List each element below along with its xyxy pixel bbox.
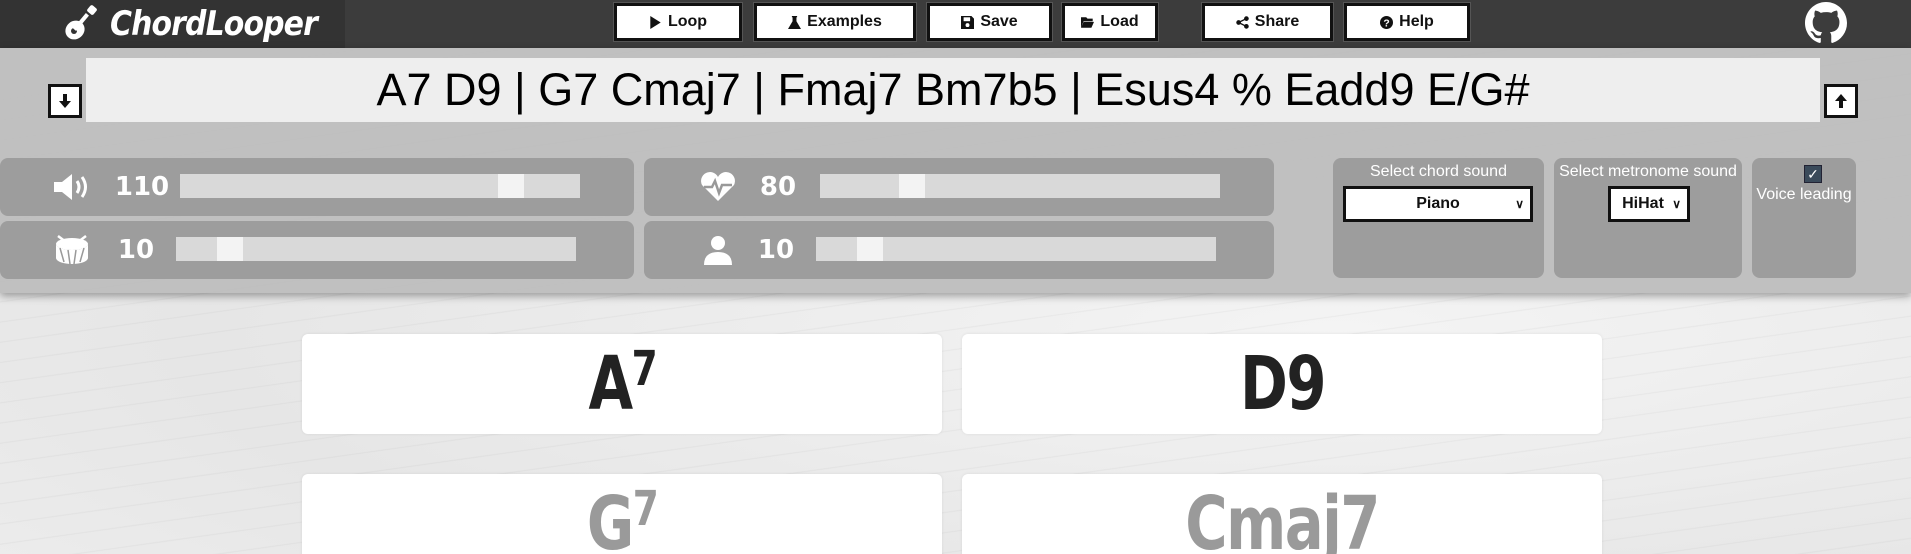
chord-grid: A7 D9 G7 Cmaj7 [0, 0, 1911, 554]
chord-card[interactable]: A7 [302, 334, 942, 434]
chord-name: D9 [1239, 341, 1327, 427]
chord-name: G7 [586, 481, 659, 554]
chord-card[interactable]: G7 [302, 474, 942, 554]
chord-name: Cmaj7 [1185, 481, 1380, 554]
chord-name: A7 [588, 341, 657, 427]
chord-card[interactable]: Cmaj7 [962, 474, 1602, 554]
chord-card[interactable]: D9 [962, 334, 1602, 434]
